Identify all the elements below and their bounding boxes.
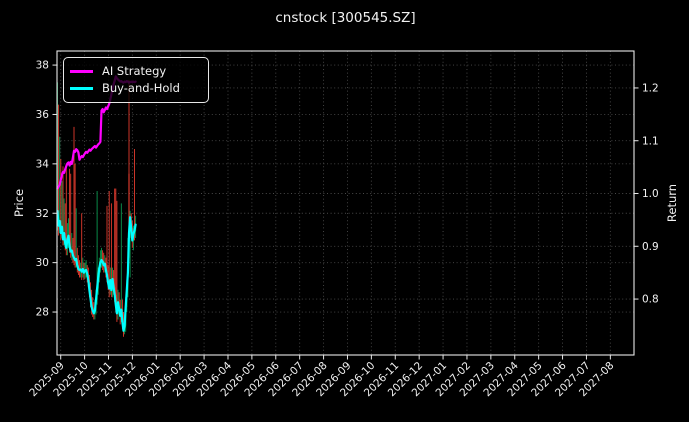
price-tick-label: 28 (36, 307, 49, 319)
ai-strategy-line-swatch (70, 69, 93, 73)
return-tick-label: 1.2 (642, 83, 659, 95)
price-tick-label: 30 (36, 257, 49, 269)
chart-figure: cnstock [300545.SZ] Price Return 28 30 32 3… (0, 0, 689, 422)
legend-label-ai-strategy: AI Strategy (102, 63, 167, 78)
legend: AI Strategy Buy-and-Hold (63, 57, 209, 103)
legend-item-buy-and-hold: Buy-and-Hold (70, 80, 202, 95)
price-tick-label: 36 (36, 109, 50, 121)
price-tick-label: 34 (36, 158, 50, 170)
buy-and-hold-line-swatch (70, 87, 93, 91)
price-tick-label: 32 (36, 208, 49, 220)
legend-label-buy-and-hold: Buy-and-Hold (102, 80, 180, 95)
price-tick-label: 38 (36, 60, 49, 72)
legend-item-ai-strategy: AI Strategy (70, 63, 202, 78)
return-tick-label: 1.0 (642, 188, 659, 200)
return-tick-label: 0.9 (642, 241, 659, 253)
return-tick-label: 1.1 (642, 135, 659, 147)
return-tick-label: 0.8 (642, 294, 659, 306)
